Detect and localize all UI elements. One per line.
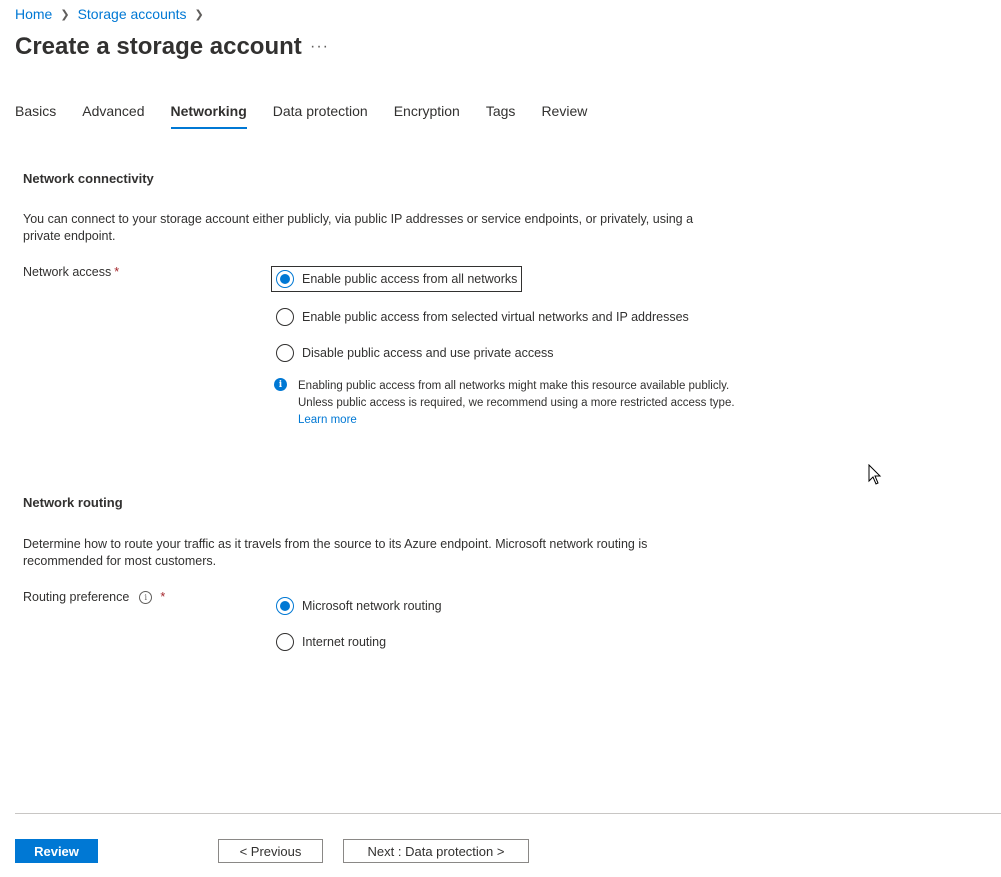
option-label: Internet routing — [302, 635, 387, 649]
network-connectivity-description: You can connect to your storage account … — [23, 212, 694, 243]
radio-button[interactable] — [276, 308, 294, 326]
network-routing-description: Determine how to route your traffic as i… — [23, 537, 648, 568]
breadcrumb: Home ❯ Storage accounts ❯ — [15, 6, 204, 22]
tab-basics[interactable]: Basics — [15, 101, 56, 129]
routing-preference-label-text: Routing preference — [23, 590, 130, 604]
option-label: Microsoft network routing — [302, 599, 442, 613]
page-title: Create a storage account — [15, 33, 302, 60]
network-connectivity-heading: Network connectivity — [23, 171, 154, 186]
radio-button[interactable] — [276, 344, 294, 362]
breadcrumb-home-link[interactable]: Home — [15, 6, 52, 22]
option-label: Enable public access from selected virtu… — [302, 310, 689, 324]
required-marker: * — [160, 590, 166, 604]
breadcrumb-storage-accounts-link[interactable]: Storage accounts — [78, 6, 187, 22]
routing-preference-label: Routing preference i * — [23, 590, 166, 605]
option-label: Disable public access and use private ac… — [302, 346, 554, 360]
footer-divider — [15, 813, 1001, 814]
chevron-right-icon: ❯ — [60, 8, 70, 21]
tab-networking[interactable]: Networking — [170, 101, 247, 129]
tab-tags[interactable]: Tags — [486, 101, 516, 129]
mouse-cursor-icon — [868, 464, 882, 485]
network-access-label-text: Network access — [23, 265, 112, 279]
review-button[interactable]: Review — [15, 839, 98, 863]
tab-encryption[interactable]: Encryption — [394, 101, 460, 129]
routing-option-microsoft[interactable]: Microsoft network routing — [276, 597, 442, 615]
tab-bar: Basics Advanced Networking Data protecti… — [15, 101, 613, 129]
tab-advanced[interactable]: Advanced — [82, 101, 144, 129]
network-access-label: Network access * — [23, 265, 119, 279]
radio-button[interactable] — [276, 633, 294, 651]
learn-more-link[interactable]: Learn more — [298, 414, 357, 426]
tab-data-protection[interactable]: Data protection — [273, 101, 368, 129]
radio-button-checked[interactable] — [276, 597, 294, 615]
network-access-option-selected-networks[interactable]: Enable public access from selected virtu… — [276, 308, 689, 326]
routing-option-internet[interactable]: Internet routing — [276, 633, 386, 651]
network-routing-heading: Network routing — [23, 495, 123, 510]
required-marker: * — [114, 265, 120, 279]
tab-review[interactable]: Review — [541, 101, 587, 129]
info-icon: i — [274, 378, 287, 391]
network-access-option-all-networks[interactable]: Enable public access from all networks — [271, 266, 523, 292]
network-access-option-disable-public[interactable]: Disable public access and use private ac… — [276, 344, 554, 362]
chevron-right-icon: ❯ — [194, 8, 204, 21]
radio-button-checked[interactable] — [276, 270, 294, 288]
public-access-info-message: Enabling public access from all networks… — [298, 378, 738, 429]
previous-button[interactable]: < Previous — [218, 839, 323, 863]
more-options-icon[interactable]: ··· — [310, 38, 329, 56]
info-message-text: Enabling public access from all networks… — [298, 380, 735, 409]
info-circle-icon[interactable]: i — [139, 591, 153, 605]
next-data-protection-button[interactable]: Next : Data protection > — [343, 839, 529, 863]
option-label: Enable public access from all networks — [302, 272, 518, 286]
